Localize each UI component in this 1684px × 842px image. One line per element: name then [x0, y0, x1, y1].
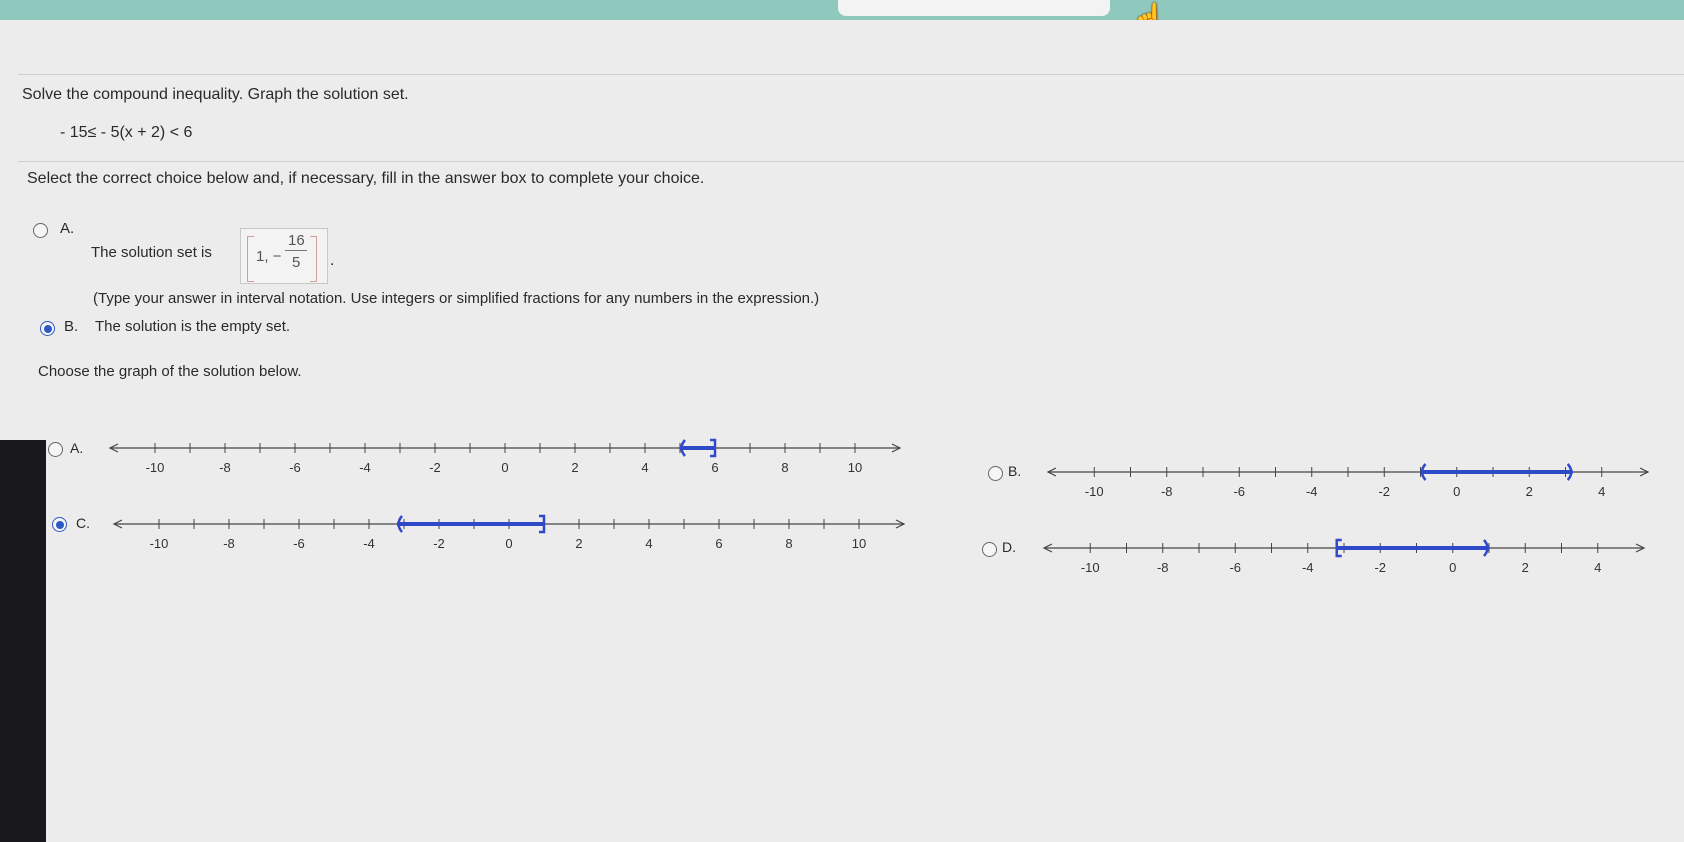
- tick-label: -6: [289, 460, 301, 475]
- answer-denominator: 5: [292, 254, 301, 271]
- tick-label: -8: [1157, 560, 1169, 575]
- tick-label: -6: [1233, 484, 1245, 499]
- tick-label: 2: [1522, 560, 1529, 575]
- tick-label: -10: [150, 536, 169, 551]
- tick-label: -8: [223, 536, 235, 551]
- tick-label: 4: [645, 536, 652, 551]
- tick-label: 2: [575, 536, 582, 551]
- open-bracket: [247, 236, 254, 282]
- tick-label: -4: [359, 460, 371, 475]
- tick-label: 0: [501, 460, 508, 475]
- select-prompt: Select the correct choice below and, if …: [27, 170, 705, 187]
- tick-label: -2: [429, 460, 441, 475]
- divider: [18, 161, 1684, 162]
- tick-label: -10: [146, 460, 165, 475]
- question-panel: Solve the compound inequality. Graph the…: [0, 20, 1684, 842]
- choice-a-text: The solution set is: [91, 244, 212, 261]
- inequality-expression: - 15≤ - 5(x + 2) < 6: [60, 124, 193, 141]
- choice-a-radio[interactable]: [33, 223, 48, 238]
- graph-c-radio[interactable]: [52, 517, 67, 532]
- answer-whole: 1, −: [256, 248, 282, 265]
- tick-label: 4: [1594, 560, 1601, 575]
- graph-a-letter: A.: [70, 440, 84, 456]
- tick-label: -4: [363, 536, 375, 551]
- tick-label: 8: [781, 460, 788, 475]
- tick-label: 10: [848, 460, 862, 475]
- tick-label: 8: [785, 536, 792, 551]
- tick-label: -2: [433, 536, 445, 551]
- tick-label: 0: [1453, 484, 1460, 499]
- tick-label: -4: [1306, 484, 1318, 499]
- instruction-text: Solve the compound inequality. Graph the…: [22, 86, 409, 103]
- fraction-bar: [285, 250, 307, 251]
- choice-b-letter: B.: [64, 318, 79, 335]
- tick-label: -2: [1378, 484, 1390, 499]
- choice-b-text: The solution is the empty set.: [95, 318, 291, 335]
- number-line-d[interactable]: -10 -8 -6 -4 -2 0 2 4: [1036, 538, 1676, 580]
- graph-b-letter: B.: [1008, 463, 1022, 479]
- answer-numerator: 16: [288, 232, 305, 249]
- tick-label: -8: [219, 460, 231, 475]
- graph-d-radio[interactable]: [982, 542, 997, 557]
- tick-label: -10: [1085, 484, 1104, 499]
- graph-b-radio[interactable]: [988, 466, 1003, 481]
- graph-prompt: Choose the graph of the solution below.: [38, 363, 302, 380]
- tick-label: 4: [1598, 484, 1605, 499]
- question-nav-pill[interactable]: [838, 0, 1110, 16]
- tick-label: 10: [852, 536, 866, 551]
- answer-hint: (Type your answer in interval notation. …: [93, 290, 820, 307]
- tick-label: 6: [711, 460, 718, 475]
- tick-label: 0: [1449, 560, 1456, 575]
- graph-a-radio[interactable]: [48, 442, 63, 457]
- tick-label: -6: [293, 536, 305, 551]
- choice-a-period: .: [330, 252, 335, 269]
- divider: [18, 74, 1684, 75]
- number-line-a[interactable]: -10 -8 -6 -4 -2 0 2 4 6 8 10: [102, 438, 972, 480]
- tick-label: 2: [571, 460, 578, 475]
- tick-label: -10: [1081, 560, 1100, 575]
- tick-label: -6: [1229, 560, 1241, 575]
- tick-label: -4: [1302, 560, 1314, 575]
- tick-label: 6: [715, 536, 722, 551]
- tick-label: 0: [505, 536, 512, 551]
- graph-d-letter: D.: [1002, 539, 1016, 555]
- choice-b-radio[interactable]: [40, 321, 55, 336]
- choice-a-letter: A.: [60, 220, 75, 237]
- graph-c-letter: C.: [76, 515, 90, 531]
- tick-label: -8: [1161, 484, 1173, 499]
- tick-label: 4: [641, 460, 648, 475]
- number-line-c[interactable]: -10 -8 -6 -4 -2 0 2 4 6 8 10: [106, 514, 976, 556]
- monitor-bezel: [0, 440, 46, 842]
- number-line-b[interactable]: -10 -8 -6 -4 -2 0 2 4: [1040, 463, 1680, 504]
- tick-label: 2: [1526, 484, 1533, 499]
- close-bracket: [310, 236, 317, 282]
- tick-label: -2: [1374, 560, 1386, 575]
